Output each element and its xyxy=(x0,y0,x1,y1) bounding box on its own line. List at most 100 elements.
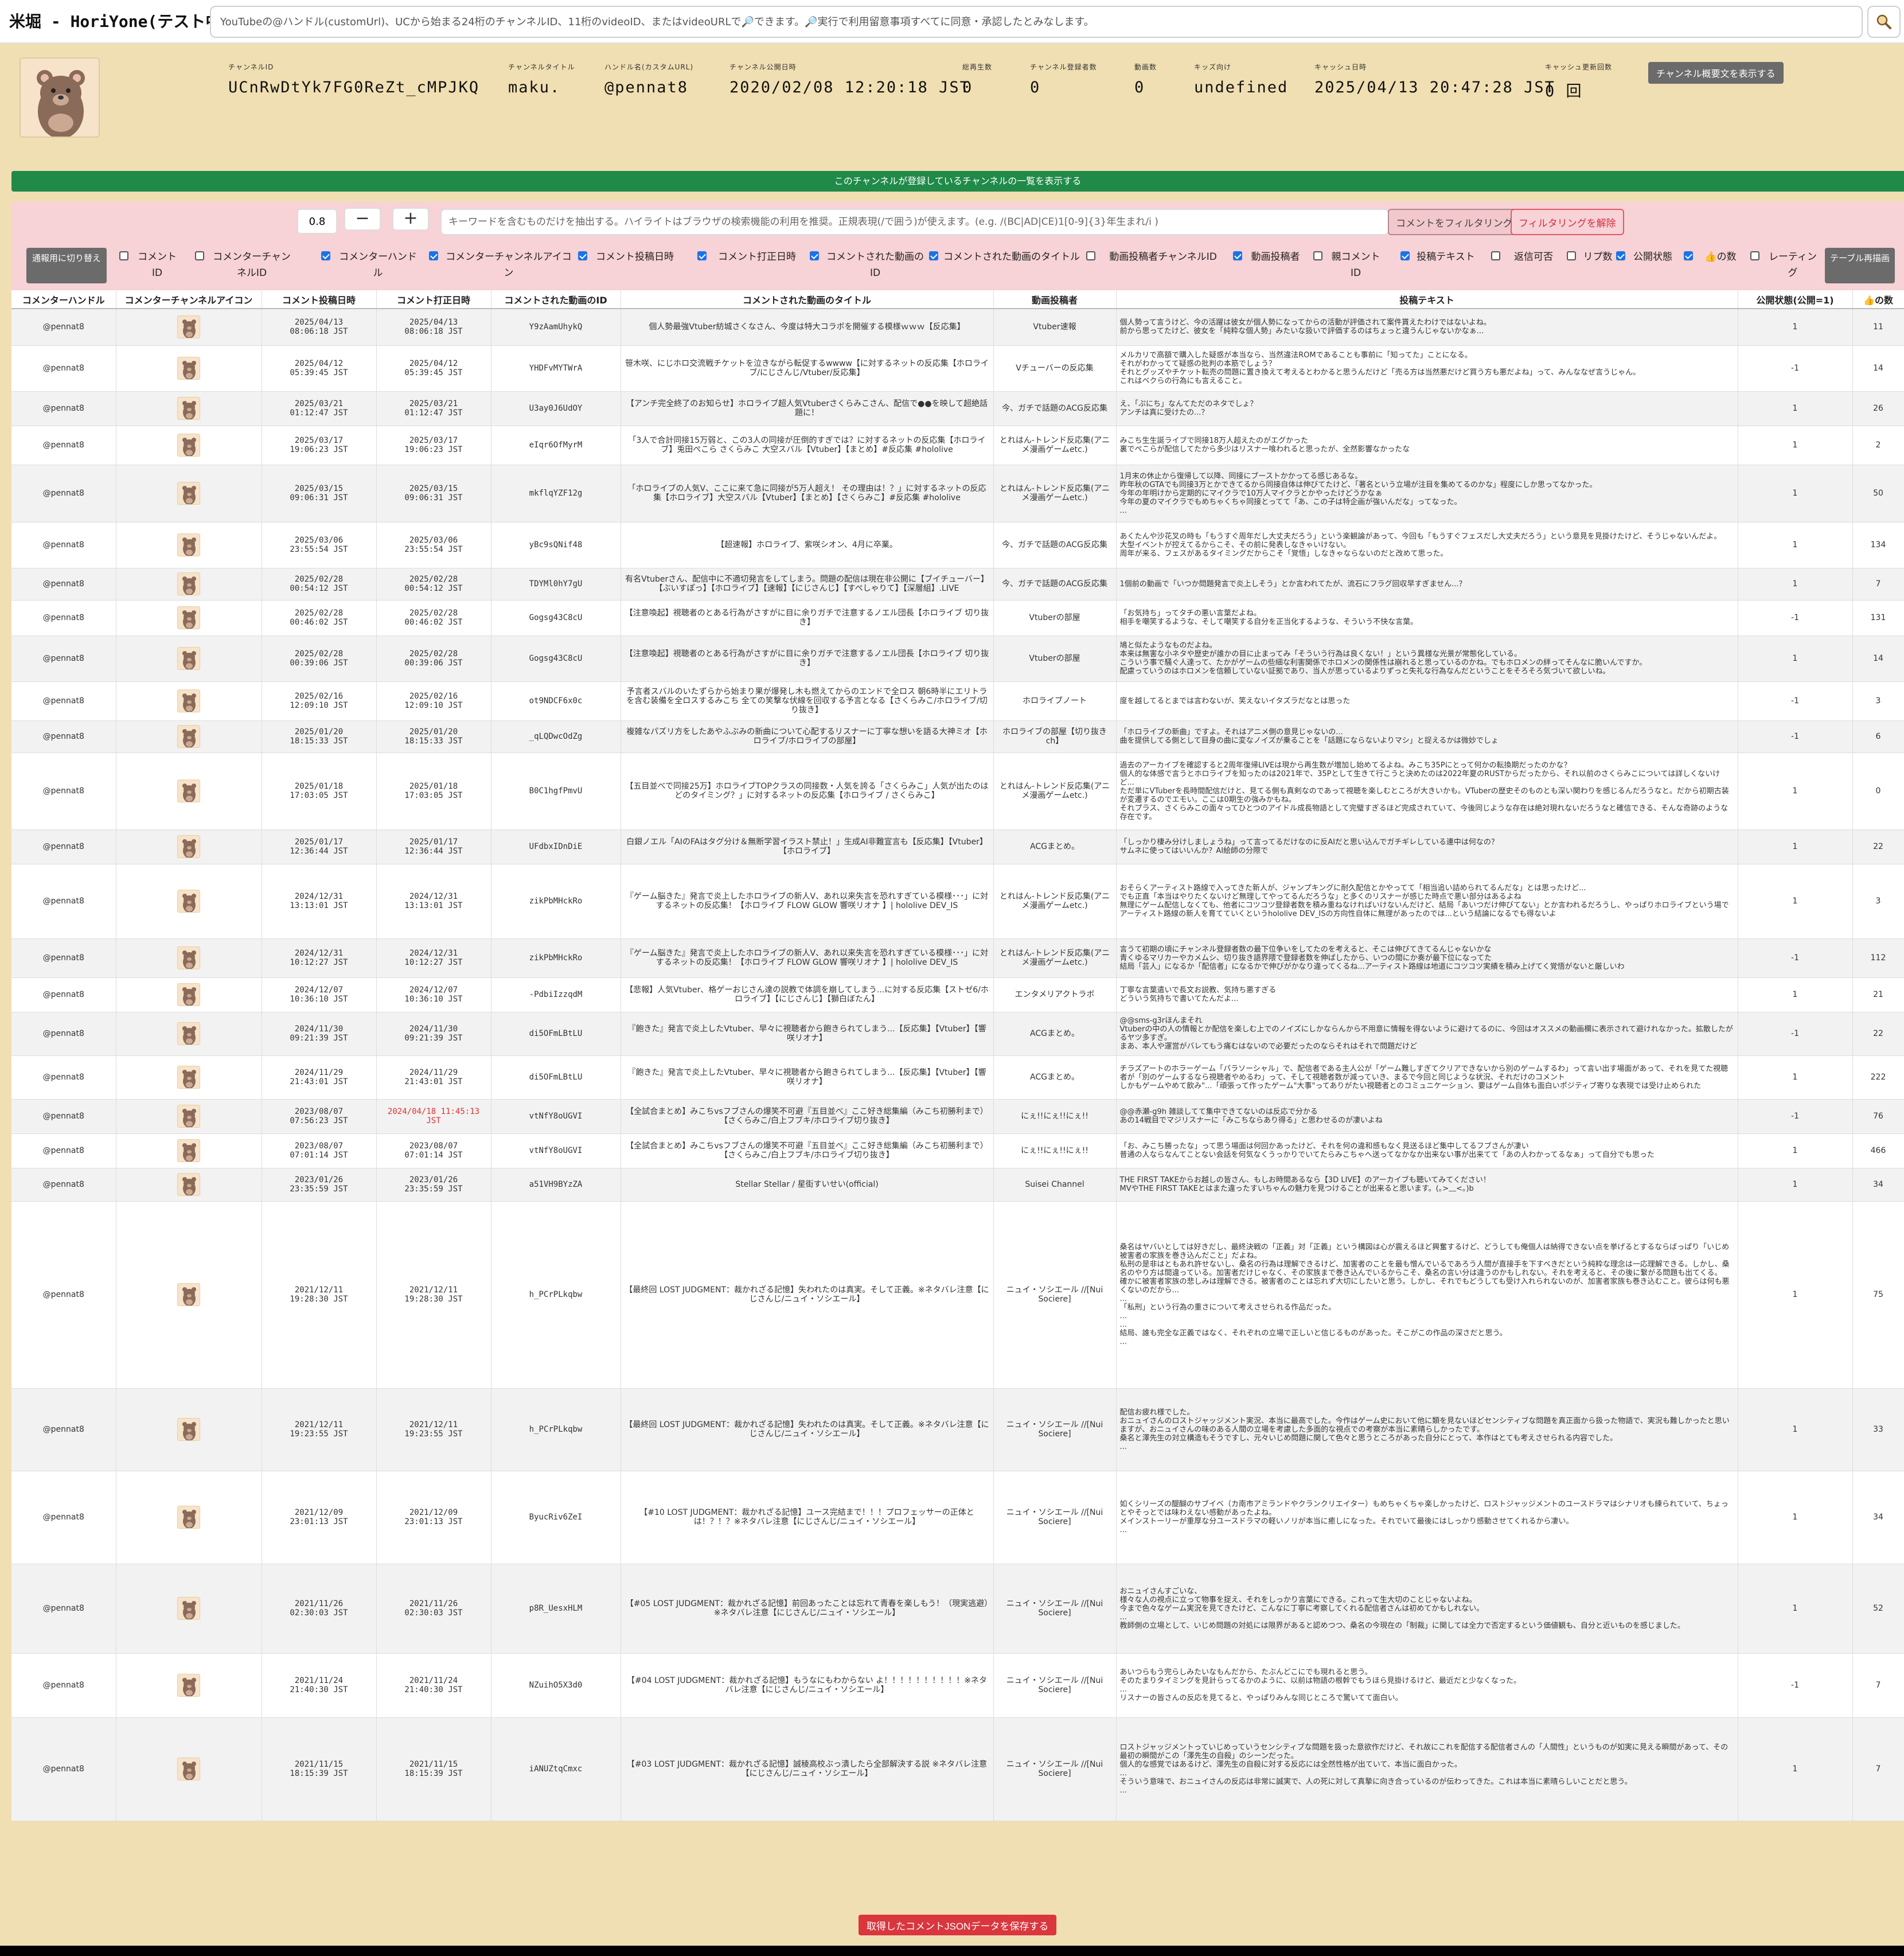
table-row: @pennat8 2024/12/31 13:13:01 JST 2024/12/3… xyxy=(11,864,1904,939)
column-header[interactable]: コメント打正日時 xyxy=(376,290,491,309)
column-toggle[interactable]: 親コメントID xyxy=(1313,249,1384,281)
column-toggle[interactable]: コメンターハンドル xyxy=(321,249,421,281)
likes-cell: 2 xyxy=(1852,426,1904,465)
column-toggle[interactable]: コメントID xyxy=(119,249,181,281)
redraw-table-button[interactable]: テーブル再描画 xyxy=(1825,248,1895,283)
column-header[interactable]: 👍の数 xyxy=(1852,290,1904,309)
column-toggle[interactable]: 投稿テキスト xyxy=(1400,249,1477,265)
column-header[interactable]: コメンターチャンネルアイコン xyxy=(116,290,262,309)
public-state-cell: 1 xyxy=(1738,1564,1853,1654)
column-toggle[interactable]: リプ数 xyxy=(1567,249,1615,265)
bear-avatar-icon xyxy=(178,690,200,712)
column-toggle-checkbox[interactable] xyxy=(1684,251,1693,260)
column-header[interactable]: 投稿テキスト xyxy=(1116,290,1738,309)
public-state-cell: 1 xyxy=(1738,1717,1853,1821)
commenter-handle-cell: @pennat8 xyxy=(11,1099,116,1134)
search-button[interactable] xyxy=(1867,6,1901,38)
public-state-cell: 1 xyxy=(1738,1471,1853,1564)
video-title-cell: 『飽きた』発言で炎上したVtuber、早々に視聴者から飽きられてしまう...【反… xyxy=(621,1055,994,1100)
uploader-cell: ニュイ・ソシエール //[Nui Sociere] xyxy=(993,1471,1117,1564)
uploader-cell: とれはん-トレンド反応集(アニメ漫画ゲームetc.) xyxy=(993,753,1117,830)
filter-comments-button[interactable]: コメントをフィルタリング xyxy=(1388,209,1521,235)
commenter-avatar xyxy=(177,315,200,339)
column-toggle-checkbox[interactable] xyxy=(1233,251,1242,260)
column-toggle[interactable]: コメンターチャンネルID xyxy=(195,249,295,281)
column-toggle-checkbox[interactable] xyxy=(1313,251,1322,260)
column-toggle[interactable]: 公開状態 xyxy=(1616,249,1676,265)
comment-text-cell: おそらくアーティスト路線で入ってきた新人が、ジャンプキングに耐久配信とかやってて… xyxy=(1116,864,1738,939)
column-header[interactable]: コメントされた動画のタイトル xyxy=(621,290,994,309)
column-toggle-checkbox[interactable] xyxy=(810,251,819,260)
column-toggle-checkbox[interactable] xyxy=(1491,251,1500,260)
bear-avatar-icon xyxy=(178,398,200,419)
comment-text-cell: 丁寧な言葉遣いで長文お説教、気持ち悪すぎる どういう気持ちで書いてたんだよ... xyxy=(1116,977,1738,1012)
public-state-cell: 1 xyxy=(1738,1055,1853,1100)
keyword-filter-input[interactable] xyxy=(440,209,1389,235)
column-toggle[interactable]: 動画投稿者チャンネルID xyxy=(1086,249,1226,265)
column-header[interactable]: コメント投稿日時 xyxy=(262,290,377,309)
edited-at-cell: 2021/11/15 18:15:39 JST xyxy=(376,1717,491,1821)
table-row: @pennat8 2021/11/24 21:40:30 JST 2021/11/2… xyxy=(11,1653,1904,1718)
video-id-cell: TDYMl0hY7gU xyxy=(491,568,621,601)
likes-cell: 33 xyxy=(1852,1388,1904,1471)
save-json-button[interactable]: 取得したコメントJSONデータを保存する xyxy=(859,1915,1057,1935)
column-header[interactable]: コメントされた動画のID xyxy=(491,290,621,309)
edited-at-cell: 2023/01/26 23:35:59 JST xyxy=(376,1168,491,1202)
posted-at-cell: 2021/12/11 19:23:55 JST xyxy=(262,1388,377,1471)
zoom-in-button[interactable]: + xyxy=(392,208,429,231)
column-toggle[interactable]: 動画投稿者 xyxy=(1233,249,1304,265)
channel-published-field: チャンネル公開日時 2020/02/08 12:20:18 JST xyxy=(729,62,970,96)
column-toggle[interactable]: コメント投稿日時 xyxy=(578,249,678,265)
public-state-cell: -1 xyxy=(1738,681,1853,721)
column-toggle-checkbox[interactable] xyxy=(1750,251,1759,260)
commenter-avatar xyxy=(177,946,200,969)
column-toggle-checkbox[interactable] xyxy=(929,251,938,260)
show-description-button[interactable]: チャンネル概要文を表示する xyxy=(1648,62,1784,84)
bear-avatar-icon xyxy=(178,1023,200,1045)
posted-at-cell: 2025/02/16 12:09:10 JST xyxy=(262,681,377,721)
column-toggle-checkbox[interactable] xyxy=(195,251,204,260)
comment-text-cell: 言うて初期の頃にチャンネル登録者数の最下位争いをしてたのを考えると、そこは伸びて… xyxy=(1116,938,1738,978)
zoom-out-button[interactable]: − xyxy=(344,208,381,231)
column-toggle-checkbox[interactable] xyxy=(578,251,587,260)
uploader-cell: にぇ!!にぇ!!にぇ!! xyxy=(993,1133,1117,1168)
zoom-input[interactable] xyxy=(297,209,337,234)
column-toggle-checkbox[interactable] xyxy=(1400,251,1410,260)
table-row: @pennat8 2023/01/26 23:35:59 JST 2023/01/2… xyxy=(11,1168,1904,1202)
clear-filter-button[interactable]: フィルタリングを解除 xyxy=(1511,209,1624,235)
commenter-avatar xyxy=(177,983,200,1006)
column-toggle[interactable]: レーティング xyxy=(1750,249,1821,281)
show-subscriptions-button[interactable]: このチャンネルが登録しているチャンネルの一覧を表示する xyxy=(11,171,1904,192)
posted-at-cell: 2025/02/28 00:39:06 JST xyxy=(262,636,377,682)
uploader-cell: Suisei Channel xyxy=(993,1168,1117,1202)
commenter-handle-cell: @pennat8 xyxy=(11,568,116,601)
report-mode-toggle-button[interactable]: 通報用に切り替え xyxy=(26,248,107,283)
column-toggle[interactable]: コメントされた動画のタイトル xyxy=(929,249,1080,265)
column-toggle-checkbox[interactable] xyxy=(429,251,438,260)
column-header[interactable]: 公開状態(公開=1) xyxy=(1738,290,1853,309)
table-row: @pennat8 2025/03/17 19:06:23 JST 2025/03/1… xyxy=(11,426,1904,465)
column-toggle[interactable]: コメントされた動画のID xyxy=(810,249,927,281)
column-toggle[interactable]: 👍の数 xyxy=(1684,249,1743,265)
commenter-handle-cell: @pennat8 xyxy=(11,1471,116,1564)
column-toggle-checkbox[interactable] xyxy=(697,251,707,260)
column-toggle-checkbox[interactable] xyxy=(1567,251,1576,260)
channel-handle-field: ハンドル名(カスタムURL) @pennat8 xyxy=(604,62,693,96)
column-toggle-checkbox[interactable] xyxy=(119,251,128,260)
table-row: @pennat8 2021/11/15 18:15:39 JST 2021/11/1… xyxy=(11,1717,1904,1821)
likes-cell: 7 xyxy=(1852,1653,1904,1718)
search-input[interactable] xyxy=(210,6,1863,38)
video-id-cell: vtNfY8oUGVI xyxy=(491,1099,621,1134)
commenter-handle-cell: @pennat8 xyxy=(11,522,116,568)
cache-time-label: キャッシュ日時 xyxy=(1314,63,1367,71)
column-toggle-label: コメントID xyxy=(138,251,177,279)
column-toggle-checkbox[interactable] xyxy=(321,251,330,260)
column-toggle[interactable]: 返信可否 xyxy=(1491,249,1562,265)
column-toggle[interactable]: コメント打正日時 xyxy=(697,249,803,265)
column-header[interactable]: 動画投稿者 xyxy=(993,290,1117,309)
column-toggle[interactable]: コメンターチャンネルアイコン xyxy=(429,249,575,281)
column-header[interactable]: コメンターハンドル xyxy=(11,290,116,309)
column-toggle-checkbox[interactable] xyxy=(1086,251,1095,260)
column-toggle-checkbox[interactable] xyxy=(1616,251,1625,260)
comment-text-cell: 鳩と似たようなものだよね。 本来は無害な小ネタや歴史が誰かの目に止まってみ「そう… xyxy=(1116,636,1738,682)
